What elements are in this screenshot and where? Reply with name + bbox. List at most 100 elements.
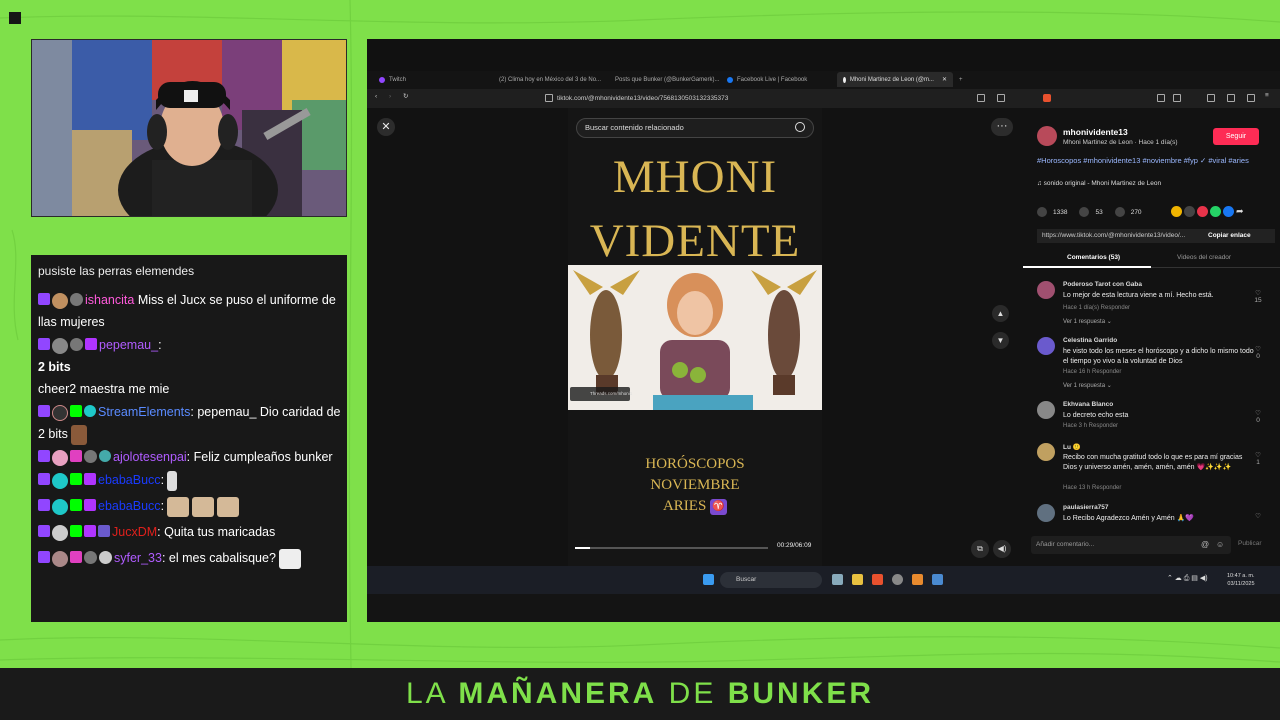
- chat-username[interactable]: JucxDM: [112, 525, 157, 539]
- comment-meta[interactable]: Hace 3 h Responder: [1063, 423, 1118, 429]
- publish-button[interactable]: Publicar: [1238, 540, 1261, 547]
- chat-username[interactable]: syfer_33: [114, 551, 162, 565]
- app-icon[interactable]: [912, 574, 923, 585]
- commenter-name[interactable]: Poderoso Tarot con Gaba: [1063, 281, 1142, 288]
- view-replies[interactable]: Ver 1 respuesta ⌄: [1063, 318, 1112, 325]
- forward-icon[interactable]: ›: [389, 93, 391, 100]
- extension-icon[interactable]: [997, 94, 1005, 102]
- mention-icon[interactable]: @: [1201, 540, 1209, 549]
- commenter-avatar[interactable]: [1037, 281, 1055, 299]
- whatsapp-icon[interactable]: [1210, 206, 1221, 217]
- repost-icon[interactable]: [1197, 206, 1208, 217]
- bookmark-icon[interactable]: [1114, 207, 1125, 217]
- tray-icons[interactable]: ⌃ ☁ ⎙ ▤ ◀): [1167, 574, 1208, 583]
- previous-video-button[interactable]: ▲: [992, 305, 1009, 322]
- share-icon[interactable]: [1171, 206, 1182, 217]
- taskbar-clock[interactable]: 10:47 a. m. 03/11/2025: [1227, 572, 1255, 588]
- follow-button[interactable]: Seguir: [1213, 128, 1259, 145]
- chat-username[interactable]: ebabaBucc: [98, 473, 161, 487]
- close-tab-icon[interactable]: ✕: [942, 76, 947, 83]
- more-options-button[interactable]: ···: [991, 118, 1013, 136]
- chat-message: JucxDM: Quita tus maricadas: [38, 521, 341, 543]
- avatar: [52, 449, 68, 466]
- heart-icon[interactable]: [1037, 207, 1047, 217]
- chat-username[interactable]: ajolotesenpai: [113, 450, 187, 464]
- commenter-name[interactable]: Celestina Garrido: [1063, 337, 1117, 344]
- steam-icon[interactable]: [932, 574, 943, 585]
- emoji-icon[interactable]: ☺: [1216, 540, 1224, 549]
- video-hashtags[interactable]: #Horoscopos #mhonividente13 #noviembre #…: [1037, 156, 1262, 166]
- brave-browser-icon[interactable]: [872, 574, 883, 585]
- browser-tab[interactable]: Posts que Bunker (@BunkerGamerk)...: [605, 72, 721, 87]
- sidebar-icon[interactable]: [1157, 94, 1165, 102]
- menu-icon[interactable]: ≡: [1265, 92, 1269, 99]
- comment-meta[interactable]: Hace 16 h Responder: [1063, 369, 1121, 375]
- task-view-icon[interactable]: [832, 574, 843, 585]
- volume-button[interactable]: ◀): [993, 540, 1011, 558]
- comment-meta[interactable]: Hace 1 día(s) Responder: [1063, 305, 1130, 311]
- copy-link-button[interactable]: Copiar enlace: [1208, 229, 1251, 243]
- related-search-input[interactable]: Buscar contenido relacionado: [576, 118, 814, 138]
- comment-like[interactable]: ♡ 0: [1253, 409, 1263, 424]
- browser-tab-active[interactable]: Mhoni Martinez de Leon (@m... ✕: [837, 72, 953, 87]
- browser-tab[interactable]: (2) Clima hoy en México del 3 de No...: [489, 72, 605, 87]
- chat-username[interactable]: pepemau_: [99, 338, 158, 352]
- profile-icon[interactable]: [1247, 94, 1255, 102]
- commenter-avatar[interactable]: [1037, 401, 1055, 419]
- sound-link[interactable]: ♫ sonido original - Mhoni Martinez de Le…: [1037, 180, 1161, 187]
- comment-like[interactable]: ♡ 1: [1253, 451, 1263, 466]
- creator-avatar[interactable]: [1037, 126, 1057, 146]
- comment-like[interactable]: ♡ 0: [1253, 345, 1263, 360]
- commenter-name[interactable]: paulasierra757: [1063, 504, 1109, 511]
- next-video-button[interactable]: ▼: [992, 332, 1009, 349]
- back-icon[interactable]: ‹: [375, 93, 377, 100]
- taskbar-search[interactable]: Buscar: [720, 572, 822, 588]
- show-banner: LA MAÑANERA DE BUNKER: [0, 668, 1280, 720]
- extension-icon[interactable]: [977, 94, 985, 102]
- obs-icon[interactable]: [892, 574, 903, 585]
- url-input[interactable]: tiktok.com/@mhonividente13/video/7568130…: [557, 92, 977, 105]
- wallet-icon[interactable]: [1173, 94, 1181, 102]
- downloads-icon[interactable]: [1207, 94, 1215, 102]
- comment-text: Lo mejor de esta lectura viene a mí. Hec…: [1063, 292, 1214, 299]
- video-progress-bar[interactable]: [575, 547, 768, 549]
- windows-start-icon[interactable]: [703, 574, 714, 585]
- tab-creator-videos[interactable]: Videos del creador: [1177, 254, 1231, 261]
- creator-handle[interactable]: mhonividente13: [1063, 127, 1128, 137]
- browser-tab[interactable]: Facebook Live | Facebook: [721, 72, 837, 87]
- comment-like[interactable]: ♡ 15: [1253, 289, 1263, 304]
- tab-comments[interactable]: Comentarios (53): [1067, 254, 1120, 261]
- video-player[interactable]: Buscar contenido relacionado MHONI VIDEN…: [568, 108, 822, 566]
- commenter-avatar[interactable]: [1037, 337, 1055, 355]
- bookmark-icon[interactable]: [545, 94, 553, 102]
- forward-share-icon[interactable]: ➦: [1236, 206, 1247, 217]
- comment-meta[interactable]: Hace 13 h Responder: [1063, 485, 1121, 491]
- chat-username[interactable]: ishancita: [85, 293, 134, 307]
- commenter-avatar[interactable]: [1037, 443, 1055, 461]
- vpn-icon[interactable]: [1227, 94, 1235, 102]
- emote: [278, 548, 301, 569]
- close-video-button[interactable]: ✕: [377, 118, 395, 136]
- brave-shield-icon[interactable]: [1043, 94, 1051, 102]
- facebook-icon[interactable]: [1223, 206, 1234, 217]
- commenter-name[interactable]: Lu 🙂: [1063, 443, 1081, 451]
- reload-icon[interactable]: ↻: [403, 92, 408, 100]
- avatar: [52, 404, 68, 421]
- comment-like[interactable]: ♡: [1253, 512, 1263, 520]
- view-replies[interactable]: Ver 1 respuesta ⌄: [1063, 382, 1112, 389]
- new-tab-button[interactable]: +: [953, 72, 967, 87]
- embed-icon[interactable]: [1184, 206, 1195, 217]
- file-explorer-icon[interactable]: [852, 574, 863, 585]
- emote: [167, 496, 190, 517]
- commenter-avatar[interactable]: [1037, 504, 1055, 522]
- picture-in-picture-button[interactable]: ⧉: [971, 540, 989, 558]
- commenter-name[interactable]: Ekhvana Blanco: [1063, 401, 1113, 408]
- chat-username[interactable]: StreamElements: [98, 405, 190, 419]
- browser-tab[interactable]: Twitch: [373, 72, 489, 87]
- search-icon[interactable]: [795, 122, 805, 132]
- chat-message: syfer_33: el mes cabalisque?: [38, 544, 341, 572]
- emote: [167, 470, 178, 491]
- show-title: LA MAÑANERA DE BUNKER: [405, 677, 875, 710]
- comment-icon[interactable]: [1079, 207, 1090, 217]
- chat-username[interactable]: ebabaBucc: [98, 499, 161, 513]
